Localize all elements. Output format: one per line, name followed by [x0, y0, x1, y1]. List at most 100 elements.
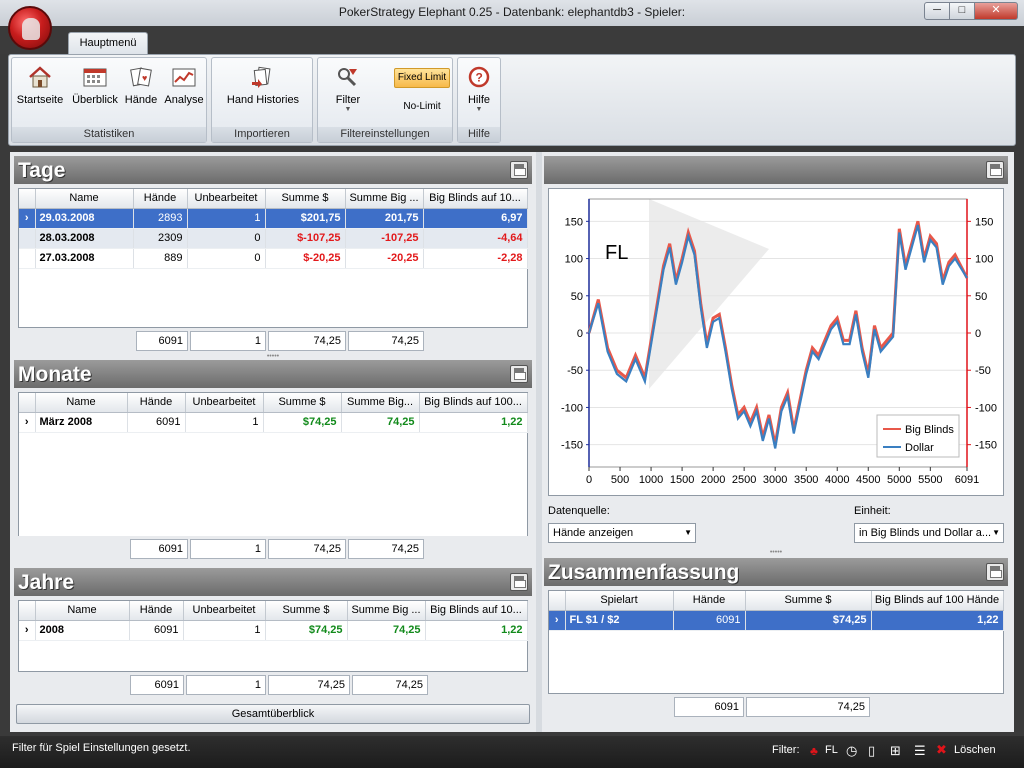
graph-header	[544, 156, 1008, 184]
column-header-bb-per-100[interactable]: Big Blinds auf 100 Hände	[871, 591, 1004, 611]
cell-haende: 2309	[133, 228, 188, 249]
total-summe: 74,25	[268, 539, 346, 559]
datenquelle-label: Datenquelle:	[548, 505, 610, 517]
tab-hauptmenu[interactable]: Hauptmenü	[68, 32, 148, 54]
graph-panel: 150 150 100 100 50 50 0 0 -50 -50 -100 -100 -150 -150…	[544, 156, 1008, 550]
monate-header-row: Name Hände Unbearbeitet Summe $ Summe Bi…	[19, 393, 528, 413]
players-icon[interactable]: ⊞	[890, 743, 906, 758]
save-icon[interactable]	[510, 161, 528, 179]
ribbon-group-hilfe: ? Hilfe ▼ Hilfe	[457, 57, 501, 143]
ueberblick-button[interactable]: Überblick	[70, 62, 120, 120]
column-header-summe-dollar[interactable]: Summe $	[745, 591, 872, 611]
x-tick-label: 2000	[701, 474, 725, 486]
hand-histories-label: Hand Histories	[226, 94, 300, 106]
datenquelle-select[interactable]: Hände anzeigen ▼	[548, 523, 696, 543]
close-button[interactable]: ✕	[974, 2, 1018, 20]
column-header-name[interactable]: Name	[35, 393, 128, 413]
column-header-summe-dollar[interactable]: Summe $	[265, 189, 346, 209]
haende-button[interactable]: ♥ Hände	[122, 62, 160, 120]
save-icon[interactable]	[986, 563, 1004, 581]
einheit-select[interactable]: in Big Blinds und Dollar a... ▼	[854, 523, 1004, 543]
cell-haende: 6091	[129, 620, 184, 641]
importieren-group-label: Importieren	[212, 127, 312, 142]
jahre-grid: Name Hände Unbearbeitet Summe $ Summe Bi…	[18, 600, 528, 672]
x-tick-label: 1000	[639, 474, 663, 486]
hilfe-button[interactable]: ? Hilfe ▼	[460, 62, 498, 120]
cell-summe: $201,75	[265, 208, 346, 229]
column-header-name[interactable]: Name	[35, 601, 130, 621]
filter-button[interactable]: Filter ▼	[324, 62, 372, 120]
column-header-haende[interactable]: Hände	[673, 591, 746, 611]
column-header-bb-per-100[interactable]: Big Blinds auf 10...	[423, 189, 528, 209]
y-tick-label-left: -50	[567, 365, 583, 377]
filter-status-label: Filter:	[772, 744, 800, 756]
table-row[interactable]: › März 2008 6091 1 $74,25 74,25 1,22	[19, 412, 528, 433]
column-header-summe-big-blinds[interactable]: Summe Big ...	[345, 189, 424, 209]
save-icon[interactable]	[510, 573, 528, 591]
save-icon[interactable]	[510, 365, 528, 383]
column-header-haende[interactable]: Hände	[127, 393, 186, 413]
column-header-summe-dollar[interactable]: Summe $	[263, 393, 342, 413]
zusammenfassung-header: Zusammenfassung	[544, 558, 1008, 586]
cell-unbearbeitet: 1	[185, 412, 264, 433]
x-tick-label: 1500	[670, 474, 694, 486]
cell-bb: 74,25	[341, 412, 420, 433]
no-limit-toggle[interactable]: No-Limit	[394, 101, 450, 119]
svg-text:♥: ♥	[142, 73, 147, 83]
app-menu-orb-icon[interactable]	[8, 6, 52, 50]
startseite-button[interactable]: Startseite	[16, 62, 64, 120]
table-row[interactable]: › 29.03.2008 2893 1 $201,75 201,75 6,97	[19, 208, 528, 229]
cell-unbearbeitet: 1	[187, 208, 266, 229]
clock-icon[interactable]: ◷	[846, 743, 862, 758]
analyse-button[interactable]: Analyse	[162, 62, 206, 120]
splitter-handle[interactable]: •••••	[544, 549, 1008, 556]
x-tick-label: 4000	[825, 474, 849, 486]
column-header-bb-per-100[interactable]: Big Blinds auf 100...	[419, 393, 528, 413]
zusammenfassung-title: Zusammenfassung	[548, 561, 740, 584]
cell-haende: 889	[133, 248, 188, 269]
column-header-unbearbeitet[interactable]: Unbearbeitet	[185, 393, 264, 413]
column-header-haende[interactable]: Hände	[129, 601, 184, 621]
einheit-value: in Big Blinds und Dollar a...	[859, 527, 992, 539]
column-header-summe-big-blinds[interactable]: Summe Big ...	[347, 601, 426, 621]
column-header-haende[interactable]: Hände	[133, 189, 188, 209]
gesamtueberblick-button[interactable]: Gesamtüberblick	[16, 704, 530, 724]
splitter-handle[interactable]: •••••	[14, 353, 532, 360]
cards-import-icon	[252, 66, 271, 88]
minimize-button[interactable]: ─	[924, 2, 950, 20]
table-row[interactable]: › FL $1 / $2 6091 $74,25 1,22	[549, 610, 1004, 631]
cards-icon[interactable]: ▯	[868, 743, 884, 758]
cell-summe: $74,25	[745, 610, 872, 631]
cell-bb100: -2,28	[423, 248, 528, 269]
fixed-limit-toggle[interactable]: Fixed Limit	[394, 68, 450, 88]
zusammenfassung-header-row: Spielart Hände Summe $ Big Blinds auf 10…	[549, 591, 1004, 611]
watermark-logo	[649, 199, 769, 389]
application-window: PokerStrategy Elephant 0.25 - Datenbank:…	[0, 0, 1024, 768]
fl-filter-label[interactable]: FL	[825, 744, 838, 756]
zusammenfassung-grid: Spielart Hände Summe $ Big Blinds auf 10…	[548, 590, 1004, 694]
column-header-unbearbeitet[interactable]: Unbearbeitet	[187, 189, 266, 209]
table-row[interactable]: 28.03.2008 2309 0 $-107,25 -107,25 -4,64	[19, 228, 528, 249]
hand-histories-button[interactable]: Hand Histories	[222, 62, 304, 120]
y-tick-label-left: 0	[577, 328, 583, 340]
table-row[interactable]: 27.03.2008 889 0 $-20,25 -20,25 -2,28	[19, 248, 528, 269]
maximize-button[interactable]: □	[949, 2, 975, 20]
ribbon: Startseite Überblick ♥ Hände Analyse Sta…	[8, 54, 1016, 146]
cell-name: 29.03.2008	[35, 208, 134, 229]
cell-bb: 74,25	[347, 620, 426, 641]
column-header-unbearbeitet[interactable]: Unbearbeitet	[183, 601, 266, 621]
save-icon[interactable]	[986, 161, 1004, 179]
notes-icon[interactable]: ☰	[914, 743, 930, 758]
column-header-summe-big-blinds[interactable]: Summe Big...	[341, 393, 420, 413]
delete-filter-icon[interactable]: ✖	[936, 742, 952, 757]
column-header-name[interactable]: Name	[35, 189, 134, 209]
loeschen-button[interactable]: Löschen	[954, 744, 996, 756]
column-header-summe-dollar[interactable]: Summe $	[265, 601, 348, 621]
column-header-spielart[interactable]: Spielart	[565, 591, 674, 611]
fixed-limit-filter-icon[interactable]: ♣	[810, 744, 826, 758]
table-row[interactable]: › 2008 6091 1 $74,25 74,25 1,22	[19, 620, 528, 641]
column-header-bb-per-100[interactable]: Big Blinds auf 10...	[425, 601, 528, 621]
total-haende: 6091	[130, 675, 184, 695]
datenquelle-value: Hände anzeigen	[553, 527, 634, 539]
monate-panel: Monate Name Hände Unbearbeitet Summe $ S…	[14, 360, 532, 564]
